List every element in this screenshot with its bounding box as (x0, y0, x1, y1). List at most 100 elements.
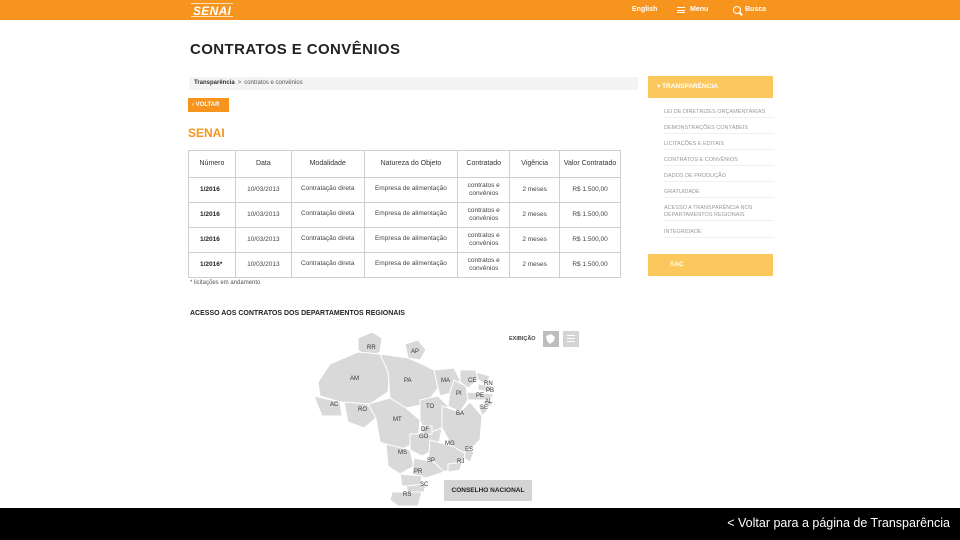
back-button[interactable]: ‹ VOLTAR (188, 98, 229, 112)
state-label: PR (414, 469, 423, 475)
contract-contractor: contratos e convênios (457, 177, 511, 203)
contract-object: Empresa de alimentação (363, 252, 459, 278)
contract-value: R$ 1.500,00 (559, 177, 621, 203)
sidebar-sac-button[interactable]: SAC (648, 254, 773, 276)
list-icon-line (567, 335, 575, 336)
bottom-bar: < Voltar para a página de Transparência (0, 508, 960, 540)
column-header: Contratado (457, 150, 511, 178)
table-header-row: Número Data Modalidade Natureza do Objet… (188, 150, 621, 178)
state-label: PI (456, 391, 462, 397)
contract-object: Empresa de alimentação (363, 227, 459, 253)
entity-title: SENAI (188, 126, 225, 140)
search-button[interactable]: Busca (733, 0, 766, 20)
contract-value: R$ 1.500,00 (559, 202, 621, 228)
breadcrumb-root-link[interactable]: Transparência (194, 80, 235, 86)
senai-logo[interactable]: SENAI (191, 3, 234, 18)
hamburger-icon (677, 7, 685, 13)
table-row: 1/2016 10/03/2013 Contratação direta Emp… (188, 202, 621, 228)
sidebar-menu: LEI DE DIRETRIZES ORÇAMENTÁRIAS DEMONSTR… (648, 98, 782, 246)
back-label: VOLTAR (195, 102, 220, 108)
state-label: AC (330, 402, 339, 408)
contract-number: 1/2016 (188, 177, 236, 203)
contract-contractor: contratos e convênios (457, 252, 511, 278)
sidebar-item[interactable]: GRATUIDADE (664, 189, 774, 198)
sidebar-item[interactable]: LEI DE DIRETRIZES ORÇAMENTÁRIAS (664, 109, 774, 118)
list-icon-line (567, 338, 575, 339)
contracts-table: Número Data Modalidade Natureza do Objet… (188, 150, 621, 278)
state-pr[interactable] (399, 473, 423, 487)
contract-term: 2 meses (509, 202, 561, 228)
contract-modality: Contratação direta (290, 202, 365, 228)
column-header: Vigência (509, 150, 561, 178)
sidebar-item[interactable]: CONTRATOS E CONVÊNIOS (664, 157, 774, 166)
state-label: TO (426, 404, 435, 410)
english-link[interactable]: English (632, 0, 657, 20)
state-label: RO (358, 407, 367, 413)
contract-modality: Contratação direta (290, 252, 365, 278)
sidebar-heading-transparencia[interactable]: ▾ TRANSPARÊNCIA (648, 76, 773, 98)
sidebar-heading-label: TRANSPARÊNCIA (662, 83, 718, 90)
state-label: CE (468, 378, 476, 384)
contract-number: 1/2016 (188, 202, 236, 228)
state-label: MS (398, 450, 407, 456)
contract-number: 1/2016 (188, 227, 236, 253)
column-header: Natureza do Objeto (363, 150, 459, 178)
menu-button[interactable]: Menu (677, 0, 708, 20)
state-label: AP (411, 349, 419, 355)
state-label: PA (404, 378, 412, 384)
state-label: PE (476, 393, 484, 399)
column-header: Número (188, 150, 236, 178)
state-label: RN (484, 381, 493, 387)
view-mode-label: EXIBIÇÃO (509, 336, 536, 342)
contract-term: 2 meses (509, 227, 561, 253)
contract-term: 2 meses (509, 252, 561, 278)
state-label: GO (419, 434, 429, 440)
state-label: RJ (457, 459, 464, 465)
column-header: Valor Contratado (559, 150, 621, 178)
search-label: Busca (745, 6, 767, 13)
magnifier-icon (733, 6, 741, 14)
chevron-left-icon: ‹ (192, 102, 194, 108)
breadcrumb: Transparência > contratos e convênios (189, 77, 638, 90)
contract-date: 10/03/2013 (234, 252, 292, 278)
contract-number: 1/2016* (188, 252, 236, 278)
state-label: PB (486, 388, 494, 394)
state-label: SE (480, 405, 488, 411)
sidebar-item[interactable]: ACESSO A TRANSPARÊNCIA NOS DEPARTAMENTOS… (664, 205, 774, 221)
state-label: SP (427, 458, 435, 464)
sidebar-item[interactable]: LICITAÇÕES E EDITAIS (664, 141, 774, 150)
state-label: SC (420, 482, 429, 488)
regional-section-title: ACESSO AOS CONTRATOS DOS DEPARTAMENTOS R… (190, 310, 405, 317)
national-council-button[interactable]: CONSELHO NACIONAL (444, 480, 532, 501)
breadcrumb-current: contratos e convênios (244, 80, 303, 86)
map-view-button[interactable] (543, 331, 559, 347)
list-view-button[interactable] (563, 331, 579, 347)
contract-object: Empresa de alimentação (363, 177, 459, 203)
caret-down-icon: ▾ (657, 83, 661, 90)
sidebar-item[interactable]: DEMONSTRAÇÕES CONTÁBEIS (664, 125, 774, 134)
sidebar-item[interactable]: DADOS DE PRODUÇÃO (664, 173, 774, 182)
page-title: CONTRATOS E CONVÊNIOS (190, 41, 401, 58)
state-label: AM (350, 376, 359, 382)
contract-date: 10/03/2013 (234, 227, 292, 253)
contract-term: 2 meses (509, 177, 561, 203)
state-label: DF (421, 427, 429, 433)
contract-modality: Contratação direta (290, 177, 365, 203)
table-row: 1/2016 10/03/2013 Contratação direta Emp… (188, 177, 621, 203)
state-label: MG (445, 441, 455, 447)
state-label: MA (441, 378, 450, 384)
state-label: MT (393, 417, 402, 423)
table-row: 1/2016 10/03/2013 Contratação direta Emp… (188, 227, 621, 253)
contract-contractor: contratos e convênios (457, 227, 511, 253)
contract-date: 10/03/2013 (234, 177, 292, 203)
state-label: BA (456, 411, 464, 417)
back-to-transparency-link[interactable]: < Voltar para a página de Transparência (727, 516, 950, 530)
table-footnote: * licitações em andamento (190, 280, 261, 286)
sidebar-item[interactable]: INTEGRIDADE (664, 229, 774, 238)
list-icon-line (567, 341, 575, 342)
state-label: RR (367, 345, 376, 351)
column-header: Modalidade (290, 150, 365, 178)
table-row: 1/2016* 10/03/2013 Contratação direta Em… (188, 252, 621, 278)
menu-label: Menu (690, 6, 709, 13)
contract-value: R$ 1.500,00 (559, 252, 621, 278)
